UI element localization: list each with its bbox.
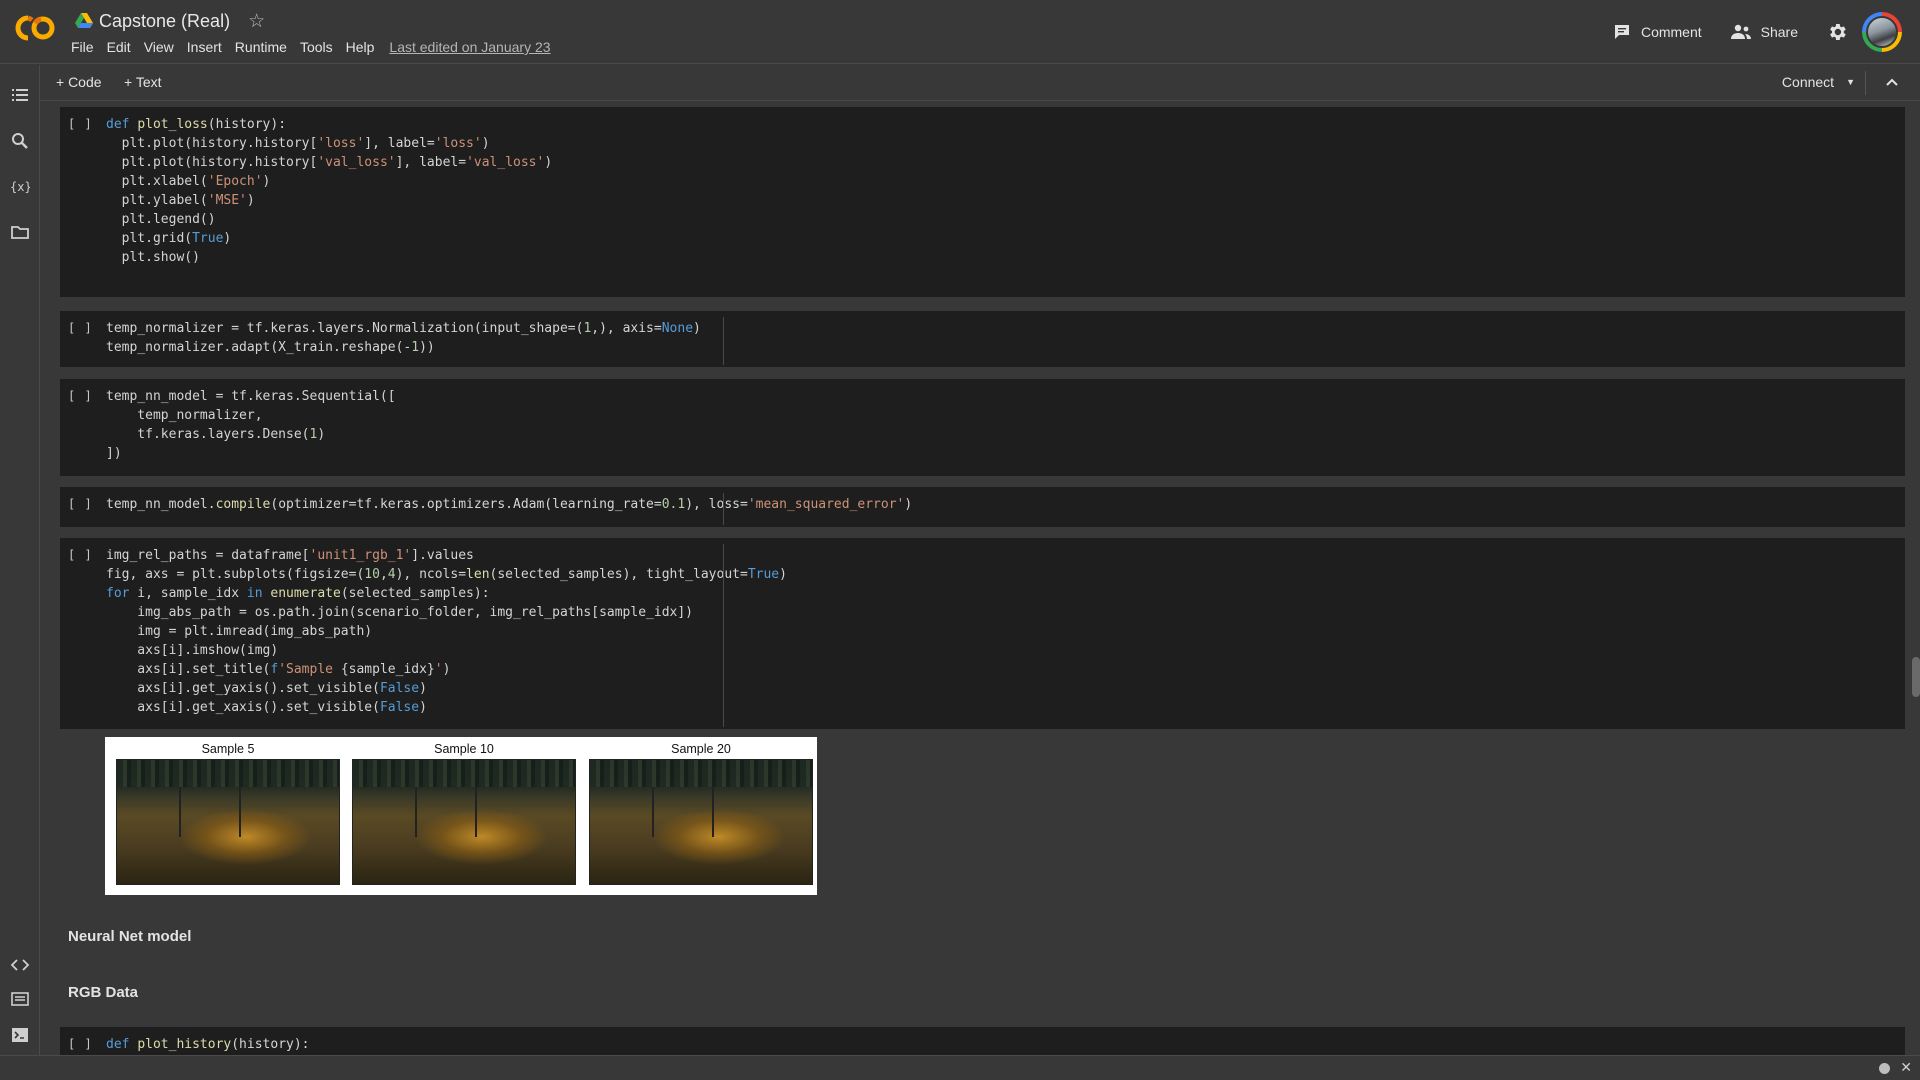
code-cell[interactable]: [ ] temp_nn_model = tf.keras.Sequential(… (60, 379, 1905, 476)
column-ruler (723, 317, 724, 365)
menu-help[interactable]: Help (346, 39, 375, 55)
connect-label: Connect (1781, 74, 1835, 90)
chevron-up-icon[interactable] (1880, 71, 1904, 95)
run-cell-button[interactable]: [ ] (68, 389, 93, 403)
comment-button[interactable]: Comment (1612, 22, 1702, 42)
left-rail: {x} (0, 65, 40, 1055)
drive-icon[interactable] (75, 13, 93, 29)
subplot-title: Sample 10 (434, 742, 494, 756)
code-snippets-icon[interactable] (10, 955, 30, 975)
code-cell[interactable]: [ ] def plot_history(history): (60, 1027, 1905, 1055)
search-icon[interactable] (10, 131, 30, 151)
column-ruler (723, 544, 724, 727)
files-icon[interactable] (10, 222, 30, 242)
connect-button[interactable]: Connect ▼ (1782, 74, 1855, 90)
cell-code[interactable]: temp_normalizer = tf.keras.layers.Normal… (106, 319, 701, 357)
notebook-title[interactable]: Capstone (Real) (99, 11, 230, 32)
add-code-button[interactable]: + Code (56, 74, 102, 90)
terminal-icon[interactable] (10, 1025, 30, 1045)
command-palette-icon[interactable] (10, 989, 30, 1009)
menu-insert[interactable]: Insert (187, 39, 222, 55)
code-cell[interactable]: [ ] temp_nn_model.compile(optimizer=tf.k… (60, 487, 1905, 527)
toolbar-divider (1865, 71, 1866, 95)
share-icon (1730, 24, 1751, 39)
camera-image (116, 759, 340, 885)
code-cell[interactable]: [ ] img_rel_paths = dataframe['unit1_rgb… (60, 538, 1905, 729)
run-cell-button[interactable]: [ ] (68, 1037, 93, 1051)
subplot-title: Sample 20 (671, 742, 731, 756)
menubar: File Edit View Insert Runtime Tools Help… (71, 39, 551, 55)
avatar[interactable] (1862, 12, 1902, 52)
star-icon[interactable]: ☆ (248, 12, 265, 31)
sample-subplot: Sample 5 (116, 737, 340, 895)
run-cell-button[interactable]: [ ] (68, 321, 93, 335)
comment-label: Comment (1640, 24, 1702, 40)
last-edited-link[interactable]: Last edited on January 23 (389, 39, 550, 55)
gear-icon[interactable] (1826, 21, 1848, 43)
markdown-heading[interactable]: RGB Data (68, 984, 138, 1001)
svg-text:{x}: {x} (10, 180, 30, 194)
notebook[interactable]: [ ] def plot_loss(history): plt.plot(his… (41, 102, 1920, 1055)
status-indicator-icon[interactable] (1879, 1063, 1890, 1074)
share-label: Share (1760, 24, 1798, 40)
chevron-down-icon[interactable]: ▼ (1846, 77, 1855, 87)
comment-icon (1614, 25, 1629, 39)
menu-file[interactable]: File (71, 39, 94, 55)
add-text-button[interactable]: + Text (124, 74, 162, 90)
menu-tools[interactable]: Tools (300, 39, 333, 55)
code-cell[interactable]: [ ] temp_normalizer = tf.keras.layers.No… (60, 311, 1905, 367)
camera-image (589, 759, 813, 885)
toc-icon[interactable] (10, 85, 30, 105)
share-button[interactable]: Share (1730, 23, 1798, 41)
cell-code[interactable]: temp_nn_model.compile(optimizer=tf.keras… (106, 495, 912, 514)
menu-view[interactable]: View (144, 39, 174, 55)
menu-edit[interactable]: Edit (107, 39, 131, 55)
run-cell-button[interactable]: [ ] (68, 117, 93, 131)
header: Capstone (Real) ☆ File Edit View Insert … (0, 0, 1920, 64)
sample-subplot: Sample 20 (589, 737, 813, 895)
cell-code[interactable]: def plot_history(history): (106, 1035, 310, 1054)
column-ruler (723, 493, 724, 525)
sample-subplot: Sample 10 (352, 737, 576, 895)
camera-image (352, 759, 576, 885)
menu-runtime[interactable]: Runtime (235, 39, 287, 55)
cell-code[interactable]: def plot_loss(history): plt.plot(history… (106, 115, 552, 267)
close-icon[interactable]: ✕ (1900, 1059, 1912, 1076)
subplot-title: Sample 5 (201, 742, 255, 756)
cell-code[interactable]: img_rel_paths = dataframe['unit1_rgb_1']… (106, 546, 787, 717)
cell-code[interactable]: temp_nn_model = tf.keras.Sequential([ te… (106, 387, 396, 463)
scrollbar-thumb[interactable] (1912, 657, 1920, 697)
code-cell[interactable]: [ ] def plot_loss(history): plt.plot(his… (60, 107, 1905, 297)
status-bar: ✕ (0, 1055, 1920, 1080)
run-cell-button[interactable]: [ ] (68, 548, 93, 562)
run-cell-button[interactable]: [ ] (68, 497, 93, 511)
variables-icon[interactable]: {x} (10, 176, 30, 196)
colab-logo[interactable] (14, 14, 56, 42)
markdown-heading[interactable]: Neural Net model (68, 928, 191, 945)
cell-output-figure: Sample 5 Sample 10 Sample 20 (105, 737, 817, 895)
notebook-toolbar: + Code + Text Connect ▼ (40, 65, 1920, 101)
